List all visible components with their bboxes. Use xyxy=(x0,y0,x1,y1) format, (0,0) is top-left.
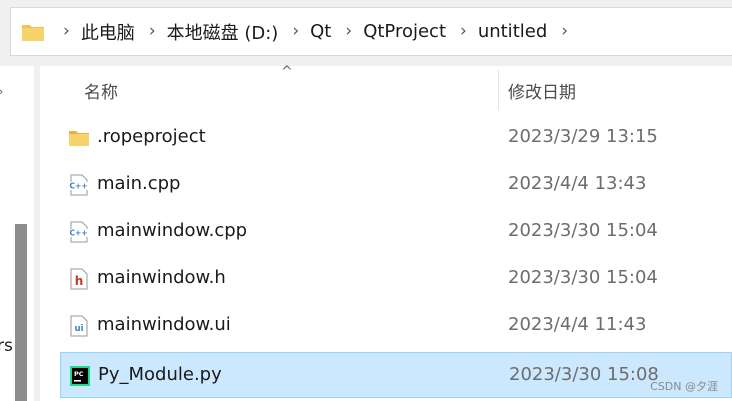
file-date-modified: 2023/3/30 15:04 xyxy=(508,220,658,241)
breadcrumb: › 此电脑 › 本地磁盘 (D:) › Qt › QtProject › unt… xyxy=(63,8,579,55)
file-date-modified: 2023/3/29 13:15 xyxy=(508,126,658,147)
file-date-modified: 2023/4/4 11:43 xyxy=(508,314,647,335)
cpp-file-icon: C++ xyxy=(68,221,89,243)
file-name[interactable]: main.cpp xyxy=(97,173,180,194)
column-header-name[interactable]: 名称 xyxy=(84,78,118,103)
pycharm-file-icon: PC xyxy=(70,366,90,386)
file-date-modified: 2023/4/4 13:43 xyxy=(508,173,647,194)
column-header-date-modified[interactable]: 修改日期 xyxy=(508,78,576,103)
breadcrumb-item-this-pc[interactable]: 此电脑 xyxy=(81,19,135,45)
header-file-icon: h xyxy=(70,268,88,290)
file-date-modified: 2023/3/30 15:04 xyxy=(508,267,658,288)
file-row[interactable]: ui mainwindow.ui 2023/4/4 11:43 xyxy=(60,303,732,349)
file-row[interactable]: C++ main.cpp 2023/4/4 13:43 xyxy=(60,162,732,208)
file-row[interactable]: .ropeproject 2023/3/29 13:15 xyxy=(60,115,732,161)
chevron-right-icon[interactable]: › xyxy=(149,23,156,40)
file-name[interactable]: mainwindow.h xyxy=(97,267,226,288)
nav-scrollbar-thumb[interactable] xyxy=(15,224,27,401)
file-name[interactable]: .ropeproject xyxy=(97,126,206,147)
breadcrumb-item-qtproject[interactable]: QtProject xyxy=(363,21,446,42)
chevron-right-icon[interactable]: › xyxy=(63,23,70,40)
breadcrumb-item-local-disk[interactable]: 本地磁盘 (D:) xyxy=(167,19,279,45)
file-name[interactable]: Py_Module.py xyxy=(98,364,222,385)
cpp-badge: C++ xyxy=(69,182,87,191)
file-name[interactable]: mainwindow.cpp xyxy=(97,220,247,241)
ui-file-icon: ui xyxy=(70,315,88,337)
column-header: ^ 名称 修改日期 xyxy=(40,64,732,112)
column-divider[interactable] xyxy=(498,70,499,110)
chevron-right-icon[interactable]: › xyxy=(292,23,299,40)
cpp-badge: C++ xyxy=(69,229,87,238)
chevron-right-icon[interactable]: › xyxy=(345,23,352,40)
sort-ascending-icon: ^ xyxy=(281,64,293,80)
nav-item-label[interactable]: rs xyxy=(0,336,13,356)
breadcrumb-item-qt[interactable]: Qt xyxy=(310,21,331,42)
file-row[interactable]: h mainwindow.h 2023/3/30 15:04 xyxy=(60,256,732,302)
pycharm-badge: PC xyxy=(74,370,84,378)
file-row[interactable]: C++ mainwindow.cpp 2023/3/30 15:04 xyxy=(60,209,732,255)
chevron-right-icon[interactable]: › xyxy=(0,84,4,100)
breadcrumb-item-untitled[interactable]: untitled xyxy=(478,21,547,42)
file-date-modified: 2023/3/30 15:08 xyxy=(509,364,659,385)
navigation-pane: › rs xyxy=(0,66,34,401)
cpp-file-icon: C++ xyxy=(68,174,89,196)
ui-badge: ui xyxy=(75,324,84,334)
file-list: ^ 名称 修改日期 .ropeproject 2023/3/29 13:15 C… xyxy=(40,64,732,401)
h-badge: h xyxy=(75,274,84,288)
chevron-right-icon[interactable]: › xyxy=(561,23,568,40)
address-bar[interactable]: › 此电脑 › 本地磁盘 (D:) › Qt › QtProject › unt… xyxy=(10,7,732,56)
folder-icon xyxy=(69,131,89,146)
file-name[interactable]: mainwindow.ui xyxy=(97,314,231,335)
chevron-right-icon[interactable]: › xyxy=(460,23,467,40)
file-row-selected[interactable]: PC Py_Module.py 2023/3/30 15:08 xyxy=(60,352,732,398)
folder-icon xyxy=(22,25,44,41)
watermark: CSDN @夕涯 xyxy=(650,380,718,393)
